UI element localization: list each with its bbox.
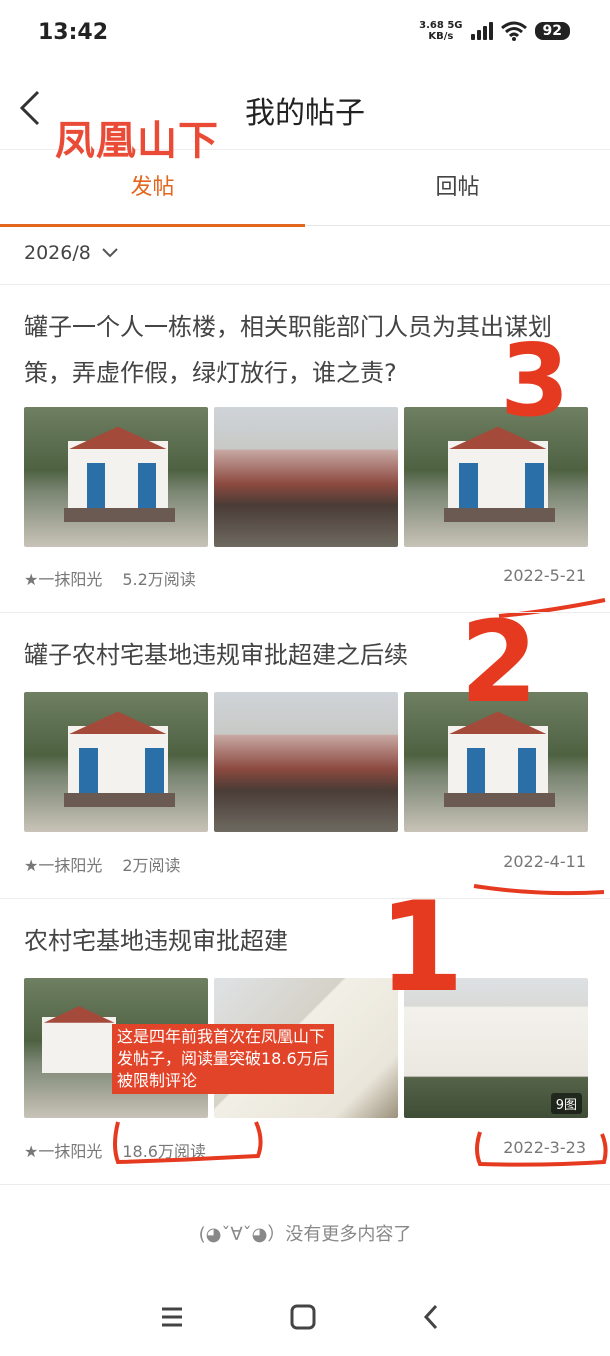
- post-reads: 5.2万阅读: [122, 570, 196, 589]
- post-image[interactable]: [24, 692, 208, 832]
- network-type: 5G: [447, 20, 463, 31]
- status-bar: 13:42 3.68 5G KB/s 92: [0, 0, 610, 68]
- wifi-icon: [500, 21, 527, 41]
- system-nav-bar: [0, 1286, 610, 1346]
- post-author[interactable]: ★一抹阳光: [24, 852, 102, 876]
- tab-replies[interactable]: 回帖: [305, 150, 610, 225]
- battery-indicator: 92: [534, 22, 570, 40]
- signal-icon: [470, 22, 493, 40]
- annotation-number: 2: [460, 598, 538, 728]
- post-date: 2022-4-11: [503, 852, 586, 871]
- post-date: 2022-5-21: [503, 566, 586, 585]
- annotation-circle: [475, 1131, 608, 1167]
- end-of-list-text: (◕ˇ∀ˇ◕）没有更多内容了: [198, 1224, 412, 1245]
- menu-icon[interactable]: [152, 1300, 192, 1334]
- tab-posts[interactable]: 发帖: [0, 150, 305, 227]
- post-meta: ★一抹阳光 2万阅读 2022-4-11: [24, 852, 586, 876]
- annotation-underline: [473, 884, 605, 896]
- tab-bar: 发帖 回帖: [0, 150, 610, 227]
- annotation-circle: [113, 1121, 263, 1165]
- divider: [0, 284, 610, 285]
- month-filter-label: 2026/8: [24, 242, 91, 264]
- image-count-badge: 9图: [550, 1093, 582, 1114]
- net-speed: 3.68 5G KB/s: [419, 20, 462, 42]
- post-author[interactable]: ★一抹阳光: [24, 566, 102, 590]
- post-author[interactable]: ★一抹阳光: [24, 1138, 102, 1162]
- net-speed-unit: KB/s: [428, 31, 454, 42]
- post-title[interactable]: 农村宅基地违规审批超建: [24, 918, 586, 964]
- post-meta: ★一抹阳光 5.2万阅读 2022-5-21: [24, 566, 586, 590]
- status-icons: 3.68 5G KB/s 92: [419, 20, 570, 42]
- net-speed-value: 3.68: [419, 20, 444, 31]
- status-time: 13:42: [38, 20, 109, 45]
- post-reads: 2万阅读: [122, 856, 181, 875]
- nav-header: 我的帖子 凤凰山下: [0, 68, 610, 164]
- annotation-number: 1: [378, 876, 465, 1020]
- annotation-number: 3: [500, 322, 570, 439]
- month-filter[interactable]: 2026/8: [24, 242, 119, 264]
- post-image[interactable]: [214, 407, 398, 547]
- divider: [0, 898, 610, 899]
- chevron-down-icon: [102, 248, 118, 258]
- post-image[interactable]: [24, 407, 208, 547]
- home-icon[interactable]: [282, 1300, 322, 1334]
- annotation-note: 这是四年前我首次在凤凰山下发帖子，阅读量突破18.6万后被限制评论: [112, 1024, 334, 1094]
- divider: [0, 1184, 610, 1185]
- back-nav-icon[interactable]: [412, 1300, 452, 1334]
- post-image[interactable]: [214, 692, 398, 832]
